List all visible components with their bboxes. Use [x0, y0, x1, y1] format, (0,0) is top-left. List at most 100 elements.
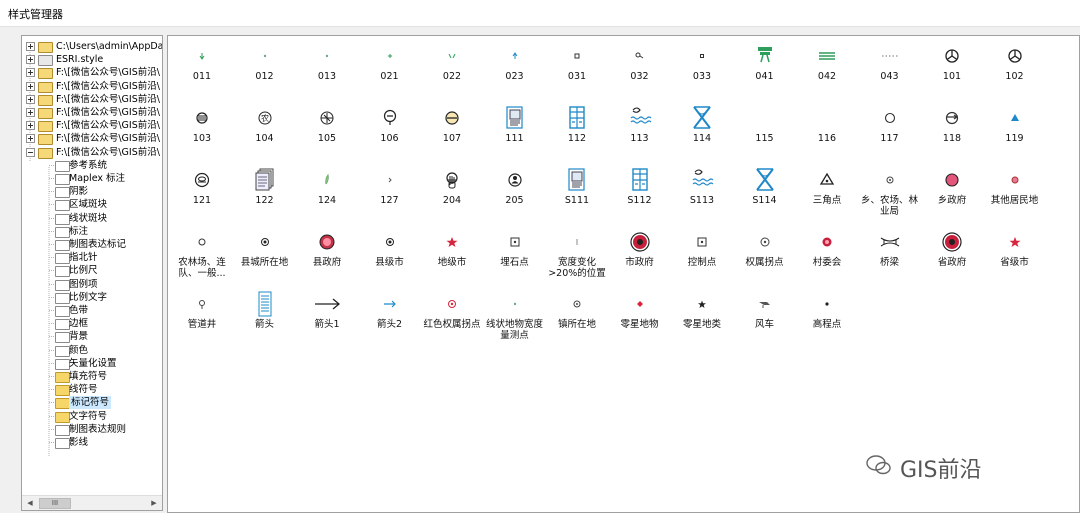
symbol-item[interactable]: 控制点 — [669, 226, 735, 286]
symbol-item[interactable]: 权属拐点 — [732, 226, 798, 286]
expand-icon[interactable] — [26, 55, 35, 65]
symbol-item[interactable]: 线状地物宽度量测点 — [482, 288, 548, 348]
symbol-item[interactable]: 105 — [294, 102, 360, 162]
symbol-item[interactable]: 零星地物 — [607, 288, 673, 348]
expand-icon[interactable] — [26, 121, 35, 131]
symbol-label: 零星地物 — [620, 319, 659, 330]
symbol-item[interactable]: 其他居民地 — [982, 164, 1048, 224]
symbol-item[interactable]: 022 — [419, 40, 485, 100]
symbol-item[interactable]: 地级市 — [419, 226, 485, 286]
symbol-item[interactable]: 农 104 — [232, 102, 298, 162]
expand-icon[interactable] — [26, 42, 35, 51]
symbol-item[interactable]: 箭头1 — [294, 288, 360, 348]
collapse-icon[interactable] — [26, 147, 35, 157]
symbol-item[interactable]: 122 — [232, 164, 298, 224]
symbol-item[interactable]: 033 — [669, 40, 735, 100]
expand-icon[interactable] — [26, 68, 35, 78]
symbol-item[interactable]: 103 — [169, 102, 235, 162]
symbol-grid[interactable]: 011 012 013 021 022 023 031 032 033 041 042 043 101 1… — [167, 35, 1080, 513]
symbol-item[interactable]: 埋石点 — [482, 226, 548, 286]
expand-icon[interactable] — [26, 94, 35, 104]
folder-icon — [55, 174, 70, 185]
style-tree-panel[interactable]: C:\Users\admin\AppData\ESRI.styleF:\[微信公… — [21, 35, 163, 511]
symbol-item[interactable]: 116 — [794, 102, 860, 162]
symbol-item[interactable]: 124 — [294, 164, 360, 224]
scroll-right-arrow-icon[interactable]: ▶ — [147, 497, 161, 509]
symbol-item[interactable]: 宽度变化>20%的位置 — [544, 226, 610, 286]
symbol-item[interactable]: 省政府 — [919, 226, 985, 286]
symbol-item[interactable]: 镇所在地 — [544, 288, 610, 348]
symbol-item[interactable]: 风车 — [732, 288, 798, 348]
symbol-label: 021 — [380, 71, 399, 82]
symbol-item[interactable]: 118 — [919, 102, 985, 162]
symbol-label: 市政府 — [625, 257, 654, 268]
symbol-item[interactable]: S114 — [732, 164, 798, 224]
symbol-item[interactable]: 106 — [357, 102, 423, 162]
folder-icon — [38, 42, 53, 53]
symbol-item[interactable]: 012 — [232, 40, 298, 100]
symbol-item[interactable]: 107 — [419, 102, 485, 162]
symbol-item[interactable]: 省级市 — [982, 226, 1048, 286]
symbol-item[interactable]: 箭头2 — [357, 288, 423, 348]
tree-symbol-icon — [357, 104, 423, 132]
red-target-icon — [419, 290, 485, 318]
folder-icon — [55, 226, 70, 238]
tree-horizontal-scrollbar[interactable]: ◀ III ▶ — [22, 495, 162, 510]
double-circle-icon — [232, 228, 298, 256]
symbol-item[interactable]: 114 — [669, 102, 735, 162]
expand-icon[interactable] — [26, 81, 35, 91]
scroll-thumb[interactable]: III — [39, 498, 71, 509]
symbol-item[interactable]: 204 — [419, 164, 485, 224]
symbol-item[interactable]: 011 — [169, 40, 235, 100]
symbol-item[interactable]: 043 — [857, 40, 923, 100]
symbol-item[interactable]: 117 — [857, 102, 923, 162]
symbol-item[interactable]: 乡政府 — [919, 164, 985, 224]
symbol-item[interactable]: 031 — [544, 40, 610, 100]
symbol-label: 114 — [692, 133, 712, 144]
symbol-item[interactable]: 205 — [482, 164, 548, 224]
symbol-item[interactable]: 县城所在地 — [232, 226, 298, 286]
small-square-icon — [544, 42, 610, 70]
symbol-item[interactable]: 042 — [794, 40, 860, 100]
symbol-item[interactable]: 市政府 — [607, 226, 673, 286]
folder-icon — [55, 438, 70, 449]
symbol-item[interactable]: 红色权属拐点 — [419, 288, 485, 348]
symbol-item[interactable]: 村委会 — [794, 226, 860, 286]
symbol-item[interactable]: 三角点 — [794, 164, 860, 224]
symbol-item[interactable]: 127 — [357, 164, 423, 224]
symbol-item[interactable]: 032 — [607, 40, 673, 100]
black-star-icon — [669, 290, 735, 318]
symbol-item[interactable]: 102 — [982, 40, 1048, 100]
symbol-item[interactable]: S111 — [544, 164, 610, 224]
symbol-item[interactable]: 013 — [294, 40, 360, 100]
tiny-dot-icon — [294, 42, 360, 70]
symbol-item[interactable]: 041 — [732, 40, 798, 100]
tiny-dot-icon — [232, 42, 298, 70]
symbol-item[interactable]: 023 — [482, 40, 548, 100]
symbol-item[interactable]: 零星地类 — [669, 288, 735, 348]
symbol-item[interactable]: 112 — [544, 102, 610, 162]
scroll-left-arrow-icon[interactable]: ◀ — [23, 497, 37, 509]
symbol-item[interactable]: 021 — [357, 40, 423, 100]
folder-icon — [55, 372, 70, 383]
symbol-item[interactable]: 农林场、连队、一般... — [169, 226, 235, 286]
expand-icon[interactable] — [26, 134, 35, 144]
symbol-item[interactable]: S112 — [607, 164, 673, 224]
symbol-item[interactable]: 115 — [732, 102, 798, 162]
tree-item-label: 线状斑块 — [69, 212, 108, 224]
symbol-item[interactable]: 121 — [169, 164, 235, 224]
expand-icon[interactable] — [26, 108, 35, 117]
symbol-item[interactable]: 管道井 — [169, 288, 235, 348]
symbol-item[interactable]: 箭头 — [232, 288, 298, 348]
symbol-item[interactable]: 101 — [919, 40, 985, 100]
symbol-item[interactable]: S113 — [669, 164, 735, 224]
symbol-item[interactable]: 乡、农场、林业局 — [857, 164, 923, 224]
symbol-item[interactable]: 111 — [482, 102, 548, 162]
symbol-item[interactable]: 113 — [607, 102, 673, 162]
symbol-label: 012 — [255, 71, 274, 82]
symbol-item[interactable]: 桥梁 — [857, 226, 923, 286]
symbol-item[interactable]: 县级市 — [357, 226, 423, 286]
symbol-item[interactable]: 119 — [982, 102, 1048, 162]
symbol-item[interactable]: 高程点 — [794, 288, 860, 348]
symbol-item[interactable]: 县政府 — [294, 226, 360, 286]
